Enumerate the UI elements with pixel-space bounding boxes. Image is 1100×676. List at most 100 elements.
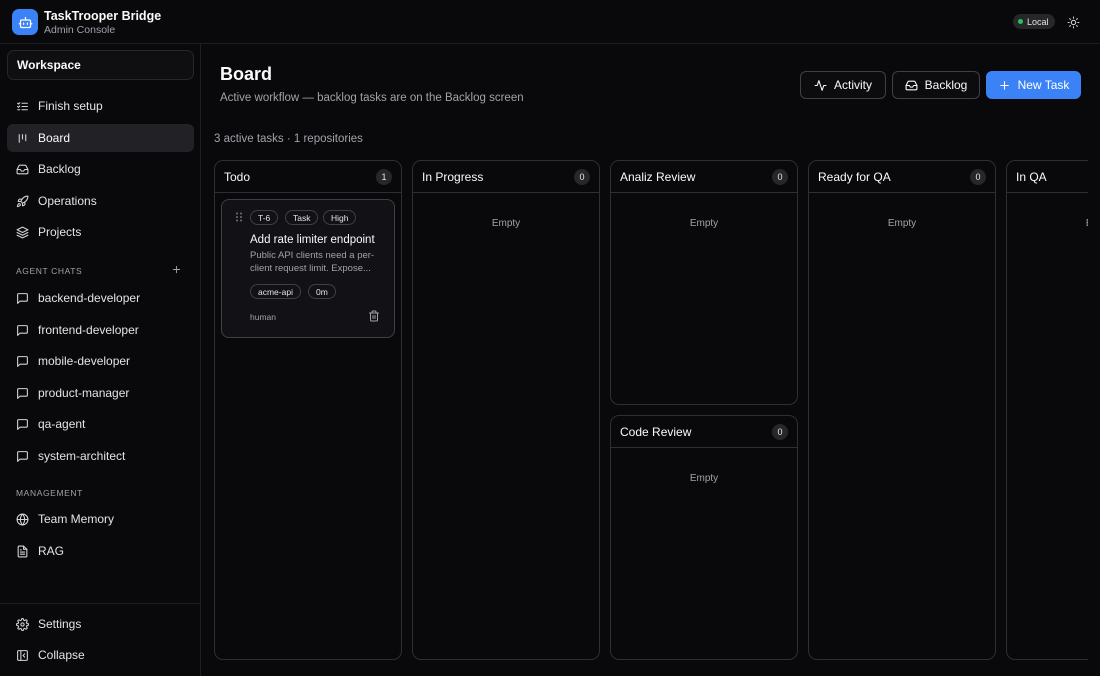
page-subtitle: Active workflow — backlog tasks are on t… (220, 92, 524, 104)
theme-toggle-button[interactable] (1064, 13, 1082, 31)
sidebar-item-team-memory[interactable]: Team Memory (7, 505, 194, 533)
task-description: Public API clients need a per-client req… (250, 250, 375, 274)
column-in-progress: In Progress 0 Empty (412, 160, 600, 660)
column-header: Analiz Review 0 (611, 161, 797, 193)
environment-badge: Local (1013, 14, 1055, 29)
environment-label: Local (1027, 16, 1049, 27)
column-title: In Progress (422, 169, 484, 184)
column-count-badge: 0 (772, 423, 788, 440)
sidebar-item-label: system-architect (38, 449, 126, 463)
app-title: TaskTrooper Bridge (44, 9, 162, 23)
empty-placeholder: Empty (689, 218, 719, 229)
sidebar-item-product-manager[interactable]: product-manager (7, 379, 194, 407)
sidebar-item-label: qa-agent (38, 417, 86, 431)
trash-icon (369, 310, 379, 322)
sidebar-item-settings[interactable]: Settings (7, 610, 194, 638)
sun-icon (1067, 16, 1079, 28)
delete-task-button[interactable] (368, 310, 380, 322)
message-icon (17, 355, 28, 367)
column-title: Todo (224, 169, 251, 184)
sidebar-item-label: Backlog (38, 162, 81, 176)
workspace-selector[interactable]: Workspace (7, 50, 194, 80)
message-icon (17, 418, 28, 430)
sidebar-item-label: frontend-developer (38, 323, 139, 337)
bot-logo-icon (12, 9, 38, 35)
sidebar-item-label: Projects (38, 225, 82, 239)
status-dot (1018, 19, 1023, 24)
plus-icon (999, 80, 1009, 90)
sidebar-item-projects[interactable]: Projects (7, 218, 194, 246)
task-author: human (250, 312, 276, 322)
sidebar: Workspace Finish setup Board Backlog Ope… (0, 44, 201, 676)
gear-icon (16, 617, 29, 631)
activity-button-label: Activity (833, 78, 872, 92)
add-chat-button[interactable] (171, 264, 183, 276)
sidebar-item-collapse[interactable]: Collapse (7, 641, 194, 669)
activity-icon (814, 79, 827, 91)
sidebar-item-label: Finish setup (38, 99, 103, 113)
column-header: In QA (1007, 161, 1088, 193)
sidebar-item-backlog[interactable]: Backlog (7, 155, 194, 183)
sidebar-item-board[interactable]: Board (7, 124, 194, 152)
sidebar-item-label: product-manager (38, 386, 130, 400)
app-subtitle: Admin Console (44, 24, 116, 36)
empty-placeholder: Empty (887, 218, 917, 229)
task-card[interactable]: T-6 Task High Add rate limiter endpoint … (221, 199, 395, 338)
column-header: Code Review 0 (611, 416, 797, 448)
top-bar: TaskTrooper Bridge Admin Console Local (0, 0, 1100, 44)
plus-icon (172, 265, 181, 274)
activity-button[interactable]: Activity (800, 71, 886, 99)
inbox-icon (16, 164, 29, 174)
drag-handle-icon[interactable] (235, 212, 243, 222)
elapsed-time-badge: 0m (308, 284, 336, 299)
sidebar-item-rag[interactable]: RAG (7, 537, 194, 565)
sidebar-item-operations[interactable]: Operations (7, 187, 194, 215)
inbox-icon (905, 80, 918, 90)
sidebar-item-qa-agent[interactable]: qa-agent (7, 410, 194, 438)
sidebar-item-label: backend-developer (38, 291, 141, 305)
sidebar-item-label: RAG (38, 544, 65, 558)
sidebar-item-label: mobile-developer (38, 354, 131, 368)
page-title: Board (220, 64, 273, 84)
empty-placeholder: Empty (491, 218, 521, 229)
column-in-qa: In QA Empty (1006, 160, 1088, 660)
file-icon (17, 545, 28, 557)
message-icon (17, 324, 28, 336)
column-title: In QA (1016, 169, 1047, 184)
column-analiz-review: Analiz Review 0 Empty (610, 160, 798, 405)
column-title: Ready for QA (818, 169, 891, 184)
column-ready-for-qa: Ready for QA 0 Empty (808, 160, 996, 660)
new-task-button[interactable]: New Task (986, 71, 1081, 99)
message-icon (17, 450, 28, 462)
layers-icon (16, 226, 29, 238)
sidebar-item-label: Collapse (38, 648, 85, 662)
sidebar-item-label: Team Memory (38, 512, 115, 526)
sidebar-item-system-architect[interactable]: system-architect (7, 442, 194, 470)
column-count-badge: 1 (376, 168, 392, 185)
task-priority-badge: High (323, 210, 357, 225)
kanban-board: Todo 1 T-6 Task High Add rate limiter en… (214, 160, 1088, 662)
sidebar-item-label: Operations (38, 194, 97, 208)
checklist-icon (17, 101, 28, 110)
task-type-badge: Task (285, 210, 319, 225)
column-title: Code Review (620, 424, 692, 439)
kanban-icon (18, 133, 27, 143)
sidebar-item-mobile-developer[interactable]: mobile-developer (7, 347, 194, 375)
column-header: In Progress 0 (413, 161, 599, 193)
new-task-button-label: New Task (1017, 78, 1070, 92)
sidebar-item-label: Board (38, 131, 71, 145)
message-icon (17, 387, 28, 399)
task-title: Add rate limiter endpoint (250, 234, 375, 246)
column-header: Ready for QA 0 (809, 161, 995, 193)
globe-icon (16, 513, 29, 525)
backlog-button-label: Backlog (924, 78, 968, 92)
rocket-icon (16, 195, 29, 207)
backlog-button[interactable]: Backlog (892, 71, 980, 99)
sidebar-item-label: Settings (38, 617, 82, 631)
repo-badge: acme-api (250, 284, 301, 299)
sidebar-item-frontend-developer[interactable]: frontend-developer (7, 316, 194, 344)
sidebar-item-finish-setup[interactable]: Finish setup (7, 92, 194, 120)
empty-placeholder: Empty (689, 473, 719, 484)
sidebar-item-backend-developer[interactable]: backend-developer (7, 284, 194, 312)
column-code-review: Code Review 0 Empty (610, 415, 798, 660)
